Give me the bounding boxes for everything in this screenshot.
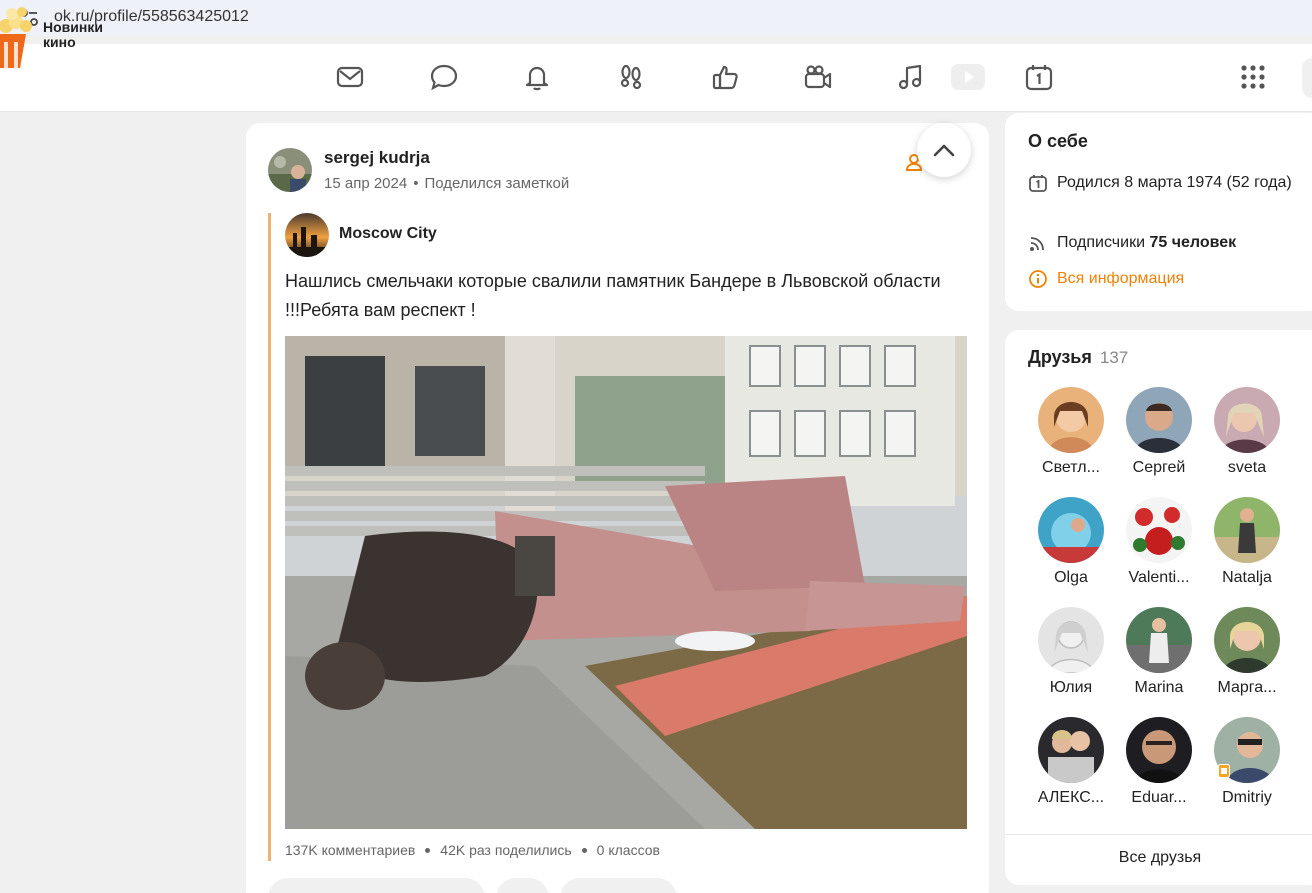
classes-count[interactable]: 0 классов xyxy=(597,842,660,858)
friend-item[interactable]: АЛЕКС... xyxy=(1027,717,1115,807)
friend-item[interactable]: Dmitriy xyxy=(1203,717,1291,807)
calendar-icon[interactable] xyxy=(1024,62,1054,92)
friend-avatar xyxy=(1126,387,1192,453)
comment-action-button[interactable] xyxy=(268,878,485,893)
friends-divider xyxy=(1005,834,1312,835)
music-icon[interactable] xyxy=(896,62,926,92)
friend-item[interactable]: Светл... xyxy=(1027,387,1115,477)
post-image[interactable] xyxy=(285,336,967,829)
friend-avatar xyxy=(1214,607,1280,673)
friend-item[interactable]: Eduar... xyxy=(1115,717,1203,807)
friend-name: Юлия xyxy=(1049,679,1093,696)
rss-icon xyxy=(1030,237,1044,251)
subscribers-value: 75 человек xyxy=(1149,234,1237,251)
comments-count[interactable]: 137K комментариев xyxy=(285,842,415,858)
friends-count: 137 xyxy=(1099,348,1129,367)
info-icon xyxy=(1029,270,1047,288)
about-title: О себе xyxy=(1028,131,1088,151)
friend-name: Valenti... xyxy=(1128,569,1190,586)
play-icon[interactable] xyxy=(950,62,986,92)
friend-name: Dmitriy xyxy=(1222,789,1272,806)
friend-name: Olga xyxy=(1054,569,1088,586)
header-edge-button[interactable] xyxy=(1302,58,1312,98)
grid-icon[interactable] xyxy=(1238,62,1268,92)
friend-item[interactable]: Natalja xyxy=(1203,497,1291,587)
footprints-icon[interactable] xyxy=(616,62,646,92)
birth-text: Родился 8 марта 1974 (52 года) xyxy=(1057,174,1292,191)
friend-name: Natalja xyxy=(1222,569,1272,586)
friends-title-text: Друзья xyxy=(1028,347,1092,367)
stats-separator xyxy=(581,847,587,853)
post-action: Поделился заметкой xyxy=(424,175,570,192)
post-date[interactable]: 15 апр 2024 xyxy=(324,175,407,192)
all-info-link[interactable]: Вся информация xyxy=(1057,266,1297,291)
class-action-button[interactable] xyxy=(560,878,677,893)
friend-item[interactable]: Марга... xyxy=(1203,607,1291,697)
calendar-icon xyxy=(1029,175,1047,192)
friend-avatar xyxy=(1126,497,1192,563)
collapse-button[interactable] xyxy=(917,123,971,177)
post-stats: 137K комментариев 42K раз поделились 0 кла… xyxy=(285,842,660,858)
friend-avatar xyxy=(1126,607,1192,673)
friend-item[interactable]: Olga xyxy=(1027,497,1115,587)
friend-avatar xyxy=(1038,387,1104,453)
site-header xyxy=(0,44,1312,112)
like-icon[interactable] xyxy=(710,62,740,92)
chat-icon[interactable] xyxy=(429,62,459,92)
quote-bar xyxy=(268,213,271,861)
all-friends-button[interactable]: Все друзья xyxy=(1005,849,1312,867)
friend-name: АЛЕКС... xyxy=(1037,789,1105,806)
friend-avatar xyxy=(1038,717,1104,783)
group-name[interactable]: Moscow City xyxy=(339,225,437,243)
friend-item[interactable]: Valenti... xyxy=(1115,497,1203,587)
promo-label[interactable]: Новинки кино xyxy=(43,20,123,50)
author-avatar[interactable] xyxy=(268,148,312,192)
video-camera-icon[interactable] xyxy=(803,62,833,92)
bell-icon[interactable] xyxy=(522,62,552,92)
post-text: Нашлись смельчаки которые свалили памятн… xyxy=(285,271,941,320)
friend-avatar xyxy=(1038,497,1104,563)
friend-avatar xyxy=(1214,497,1280,563)
friend-name: Сергей xyxy=(1132,459,1186,476)
friend-avatar xyxy=(1126,717,1192,783)
friend-item[interactable]: Юлия xyxy=(1027,607,1115,697)
gift-badge-icon xyxy=(1218,764,1230,778)
mail-icon[interactable] xyxy=(335,62,365,92)
friends-title[interactable]: Друзья 137 xyxy=(1028,347,1128,368)
friend-avatar xyxy=(1038,607,1104,673)
shares-count[interactable]: 42K раз поделились xyxy=(440,842,571,858)
friend-name: sveta xyxy=(1227,459,1267,476)
friend-name: Светл... xyxy=(1042,459,1100,476)
popcorn-icon[interactable] xyxy=(0,4,38,68)
subscribers-label: Подписчики xyxy=(1057,234,1150,251)
friend-avatar xyxy=(1214,387,1280,453)
friend-item[interactable]: Marina xyxy=(1115,607,1203,697)
friend-item[interactable]: sveta xyxy=(1203,387,1291,477)
chevron-up-icon xyxy=(933,144,955,157)
post-meta: 15 апр 2024 • Поделился заметкой xyxy=(324,175,570,192)
friend-name: Марга... xyxy=(1217,679,1277,696)
stats-separator xyxy=(425,847,431,853)
browser-url-bar: ok.ru/profile/558563425012 xyxy=(0,0,1312,36)
author-name[interactable]: sergej kudrja xyxy=(324,148,430,168)
friend-name: Eduar... xyxy=(1131,789,1187,806)
friend-item[interactable]: Сергей xyxy=(1115,387,1203,477)
friend-name: Marina xyxy=(1134,679,1184,696)
group-avatar[interactable] xyxy=(285,213,329,257)
